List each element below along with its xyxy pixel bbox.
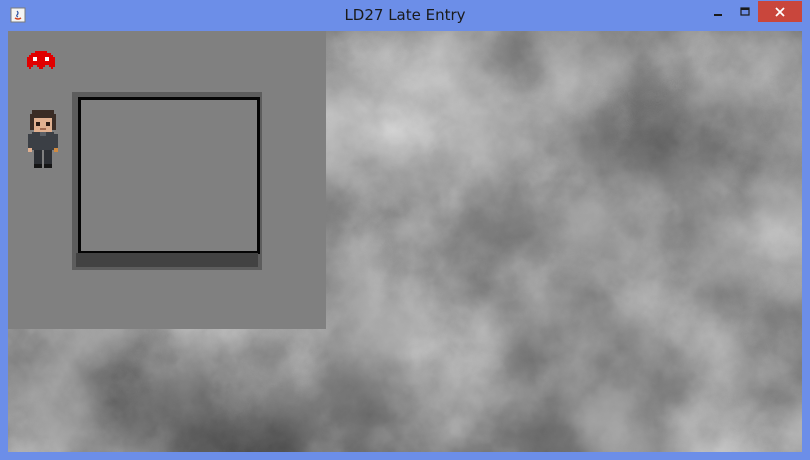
maximize-button[interactable]	[732, 1, 758, 22]
item-slot[interactable]	[78, 97, 260, 254]
app-window: LD27 Late Entry	[0, 0, 810, 460]
minimize-icon	[714, 13, 722, 16]
window-title: LD27 Late Entry	[344, 6, 466, 24]
player-character-sprite[interactable]	[26, 108, 60, 168]
minimize-button[interactable]	[704, 1, 732, 22]
close-icon	[775, 6, 785, 17]
inventory-panel	[8, 31, 326, 329]
maximize-icon	[740, 6, 750, 16]
item-slot-bar	[76, 253, 258, 267]
titlebar[interactable]: LD27 Late Entry	[0, 0, 810, 31]
close-button[interactable]	[758, 1, 802, 22]
game-canvas[interactable]	[8, 31, 802, 452]
ghost-enemy-sprite[interactable]	[27, 51, 55, 71]
item-slot-frame[interactable]	[72, 92, 262, 270]
